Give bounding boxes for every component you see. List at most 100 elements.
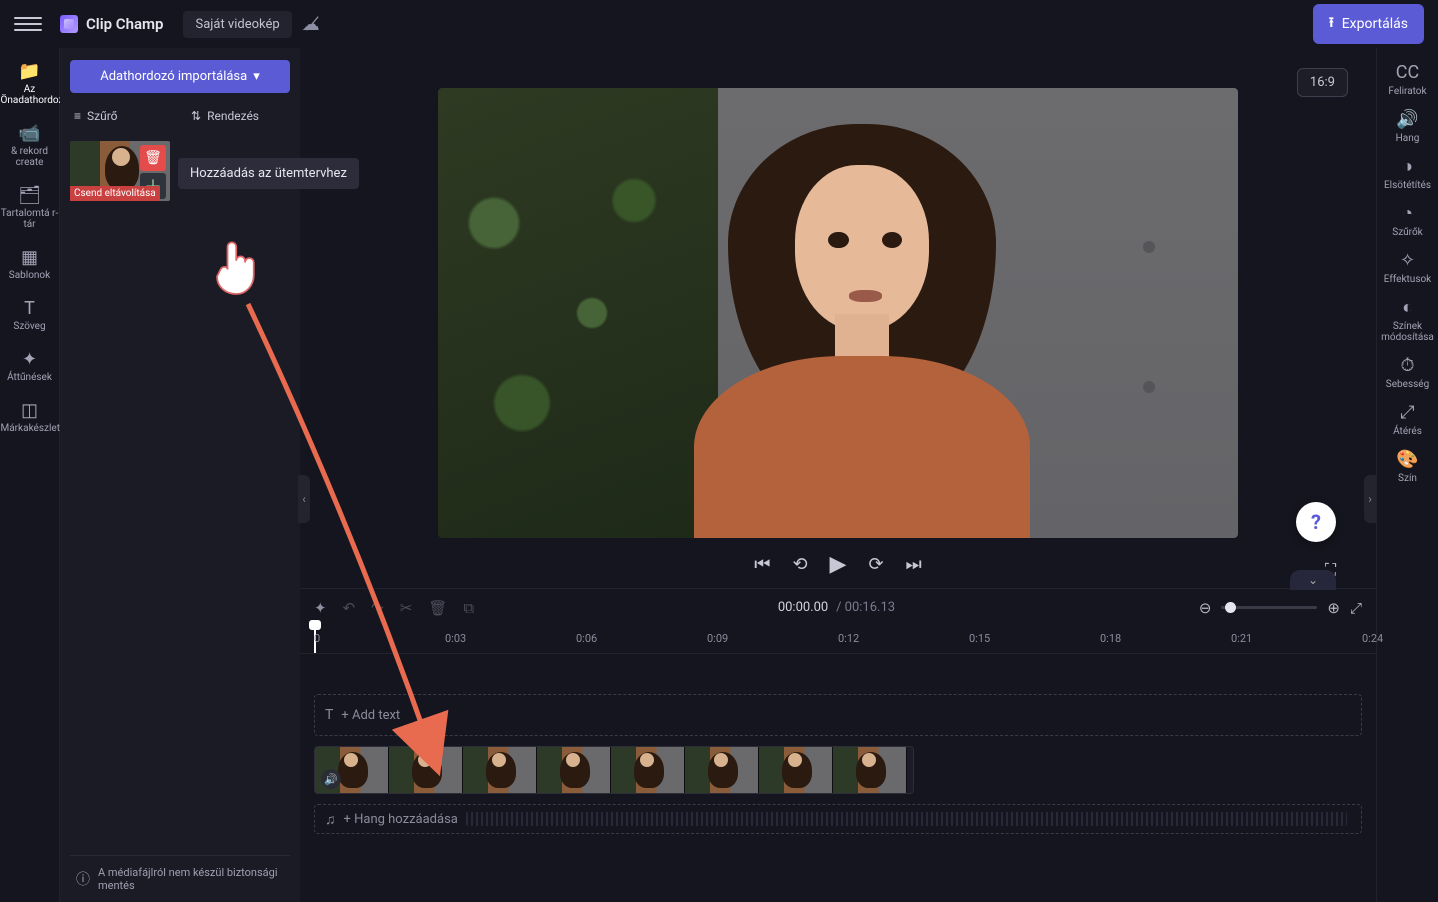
forward-button[interactable]: ⟳ — [868, 554, 883, 575]
play-button[interactable]: ▶ — [830, 552, 847, 577]
left-rail-item-6[interactable]: ◫ Márkakészlet — [1, 397, 59, 438]
rail-icon: ◫ — [1, 401, 59, 421]
info-icon: ⓘ — [76, 869, 90, 889]
zoom-in-button[interactable]: ⊕ — [1327, 599, 1340, 617]
ruler-tick: 0:18 — [1100, 632, 1121, 645]
ruler-tick: 0:09 — [707, 632, 728, 645]
rail-icon: ◑ — [1378, 156, 1438, 178]
right-rail-item-2[interactable]: ◑ Elsötétítés — [1378, 156, 1438, 191]
audio-track-placeholder: + Hang hozzáadása — [344, 812, 458, 827]
app-logo: Clip Champ — [60, 15, 163, 33]
rail-label: Átérés — [1378, 426, 1438, 437]
collapse-right-button[interactable]: › — [1364, 475, 1376, 523]
rail-icon: ◔ — [1378, 203, 1438, 225]
right-rail-item-5[interactable]: ◐Színek módosítása — [1378, 297, 1438, 343]
ruler-tick: 0:06 — [576, 632, 597, 645]
right-properties-rail: CC Feliratok 🔊 Hang ◑ Elsötétítés ◔ Szűrők ✧ Effe… — [1376, 48, 1438, 902]
rail-label: Tartalomtá r-tár — [1, 208, 59, 230]
right-rail-item-7[interactable]: ⤢ Átérés — [1378, 402, 1438, 437]
rail-label: Feliratok — [1378, 86, 1438, 97]
app-header: Clip Champ Saját videokép ☁̸ ⭱ Exportálá… — [0, 0, 1438, 48]
rewind-button[interactable]: ⟲ — [792, 554, 807, 575]
timecode: 00:00.00 / 00:16.13 — [778, 600, 895, 615]
backup-warning: ⓘ A médiafájlról nem készül biztonsági m… — [70, 855, 290, 902]
ruler-tick: 0:12 — [838, 632, 859, 645]
rail-icon: CC — [1378, 62, 1438, 84]
preview-canvas[interactable] — [438, 88, 1238, 538]
app-name: Clip Champ — [86, 15, 163, 33]
right-rail-item-0[interactable]: CC Feliratok — [1378, 62, 1438, 97]
rail-icon: T — [1, 299, 59, 319]
rail-icon: 📹 — [1, 124, 59, 144]
filter-label: Szűrő — [87, 109, 118, 123]
import-label: Adathordozó importálása — [100, 69, 247, 84]
rail-icon: ◐ — [1378, 297, 1438, 319]
left-rail-item-1[interactable]: 📹& rekord create — [1, 120, 59, 172]
ruler-tick: 0:21 — [1231, 632, 1252, 645]
left-rail-item-4[interactable]: T Szöveg — [1, 295, 59, 336]
rail-label: Áttűnések — [1, 372, 59, 383]
filter-icon: ≡ — [74, 109, 81, 123]
export-button[interactable]: ⭱ Exportálás — [1313, 4, 1424, 44]
rail-icon: 🔊 — [1378, 109, 1438, 131]
cloud-off-icon: ☁̸ — [302, 14, 320, 35]
left-rail-item-3[interactable]: ▦Sablonok — [1, 244, 59, 285]
rail-label: Hang — [1378, 133, 1438, 144]
rail-label: Szöveg — [1, 321, 59, 332]
backup-text: A médiafájlról nem készül biztonsági men… — [98, 866, 284, 892]
skip-start-button[interactable]: ⏮ — [754, 554, 770, 575]
left-nav-rail: 📁Az Önadathordozója 📹& rekord create 🗂Tart… — [0, 48, 60, 902]
skip-end-button[interactable]: ⏭ — [906, 554, 922, 575]
help-button[interactable]: ? — [1296, 502, 1336, 542]
right-rail-item-6[interactable]: ⏱ Sebesség — [1378, 355, 1438, 390]
rail-label: Márkakészlet — [1, 423, 59, 434]
current-time: 00:00.00 — [778, 600, 828, 615]
rail-icon: ⏱ — [1378, 355, 1438, 377]
left-rail-item-5[interactable]: ✦ Áttűnések — [1, 346, 59, 387]
right-rail-item-1[interactable]: 🔊 Hang — [1378, 109, 1438, 144]
right-rail-item-8[interactable]: 🎨Szín — [1378, 449, 1438, 484]
ruler-tick: 0:15 — [969, 632, 990, 645]
rail-icon: ▦ — [1, 248, 59, 268]
rail-label: Sebesség — [1378, 379, 1438, 390]
rail-label: Színek módosítása — [1378, 321, 1438, 343]
thumbnail-caption: Csend eltávolítása — [70, 186, 160, 201]
expand-down-button[interactable]: ⌄ — [1290, 570, 1336, 590]
left-rail-item-0[interactable]: 📁Az Önadathordozója — [1, 58, 59, 110]
rail-icon: ✧ — [1378, 250, 1438, 272]
rail-icon: ✦ — [1, 350, 59, 370]
rail-label: & rekord create — [1, 146, 59, 168]
zoom-controls: ⊖ ⊕ ⤢ — [1199, 599, 1362, 617]
project-name[interactable]: Saját videokép — [183, 11, 291, 38]
upload-icon: ⭱ — [1329, 12, 1334, 36]
menu-button[interactable] — [14, 10, 42, 38]
right-rail-item-3[interactable]: ◔ Szűrők — [1378, 203, 1438, 238]
transport-controls: ⏮ ⟲ ▶ ⟳ ⏭ — [754, 552, 922, 577]
rail-label: Szűrők — [1378, 227, 1438, 238]
rail-label: Szín — [1378, 473, 1438, 484]
right-rail-item-4[interactable]: ✧ Effektusok — [1378, 250, 1438, 285]
media-thumbnail[interactable]: 🗑 ＋ Csend eltávolítása — [70, 141, 170, 201]
audio-track[interactable]: ♫ + Hang hozzáadása — [314, 804, 1362, 834]
logo-icon — [60, 15, 78, 33]
ruler-tick: 0:24 — [1362, 632, 1383, 645]
audio-waveform — [466, 812, 1347, 826]
zoom-out-button[interactable]: ⊖ — [1199, 599, 1212, 617]
left-rail-item-2[interactable]: 🗂Tartalomtá r-tár — [1, 182, 59, 234]
rail-label: Az Önadathordozója — [1, 84, 59, 106]
rail-icon: ⤢ — [1378, 402, 1438, 424]
duration: 00:16.13 — [845, 600, 895, 615]
export-label: Exportálás — [1342, 16, 1408, 32]
zoom-fit-button[interactable]: ⤢ — [1350, 599, 1362, 617]
import-media-button[interactable]: Adathordozó importálása ▾ — [70, 60, 290, 93]
zoom-slider[interactable] — [1221, 606, 1317, 609]
rail-label: Effektusok — [1378, 274, 1438, 285]
delete-media-icon[interactable]: 🗑 — [140, 145, 166, 171]
chevron-down-icon: ▾ — [253, 69, 260, 84]
sort-button[interactable]: ⇅ Rendezés — [187, 105, 290, 127]
rail-icon: 📁 — [1, 62, 59, 82]
filter-button[interactable]: ≡ Szűrő — [70, 105, 173, 127]
rail-label: Elsötétítés — [1378, 180, 1438, 191]
aspect-ratio-button[interactable]: 16:9 — [1297, 68, 1348, 97]
sort-icon: ⇅ — [191, 109, 201, 123]
